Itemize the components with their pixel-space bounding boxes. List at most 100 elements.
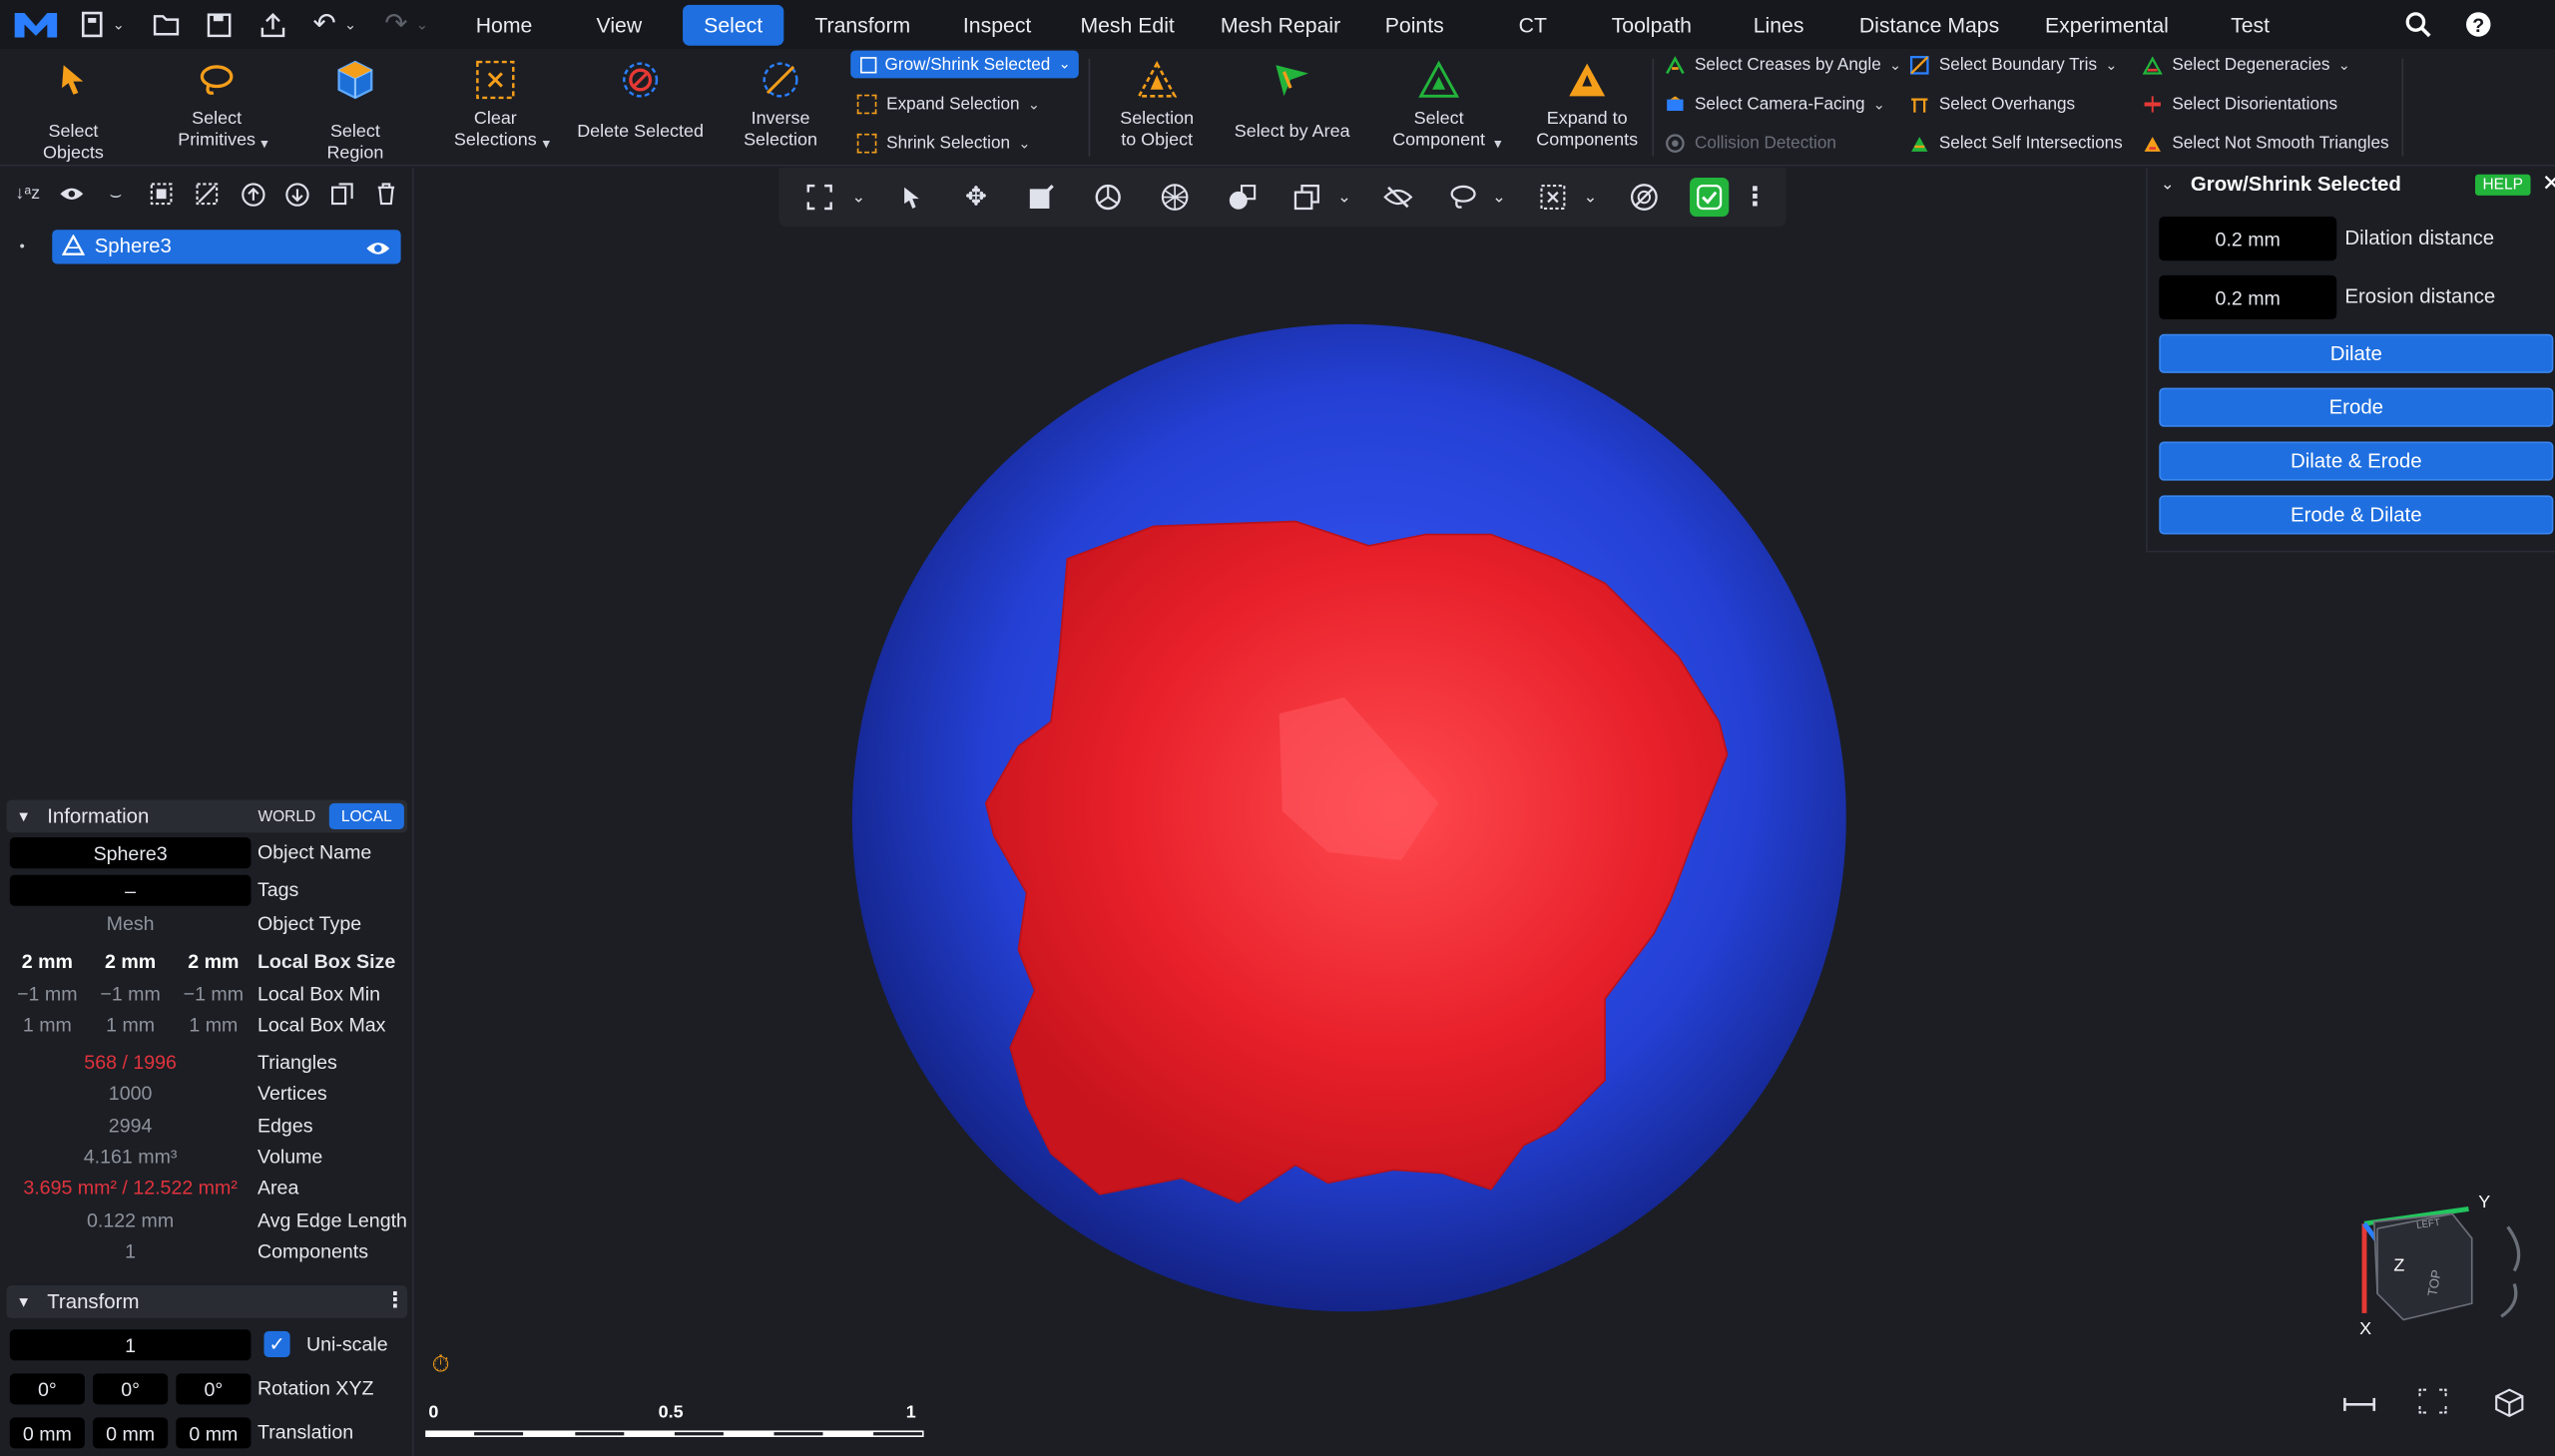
selection-to-object-button[interactable]: Selection to Object (1115, 59, 1200, 152)
menu-test[interactable]: Test (2212, 5, 2290, 46)
select-degeneracies-button[interactable]: Select Degeneracies ⌄ (2142, 49, 2350, 82)
open-folder-icon[interactable] (153, 8, 180, 41)
translation-x-input[interactable]: 0 mm (9, 1417, 85, 1449)
translation-z-input[interactable]: 0 mm (176, 1417, 252, 1449)
menu-select[interactable]: Select (683, 4, 784, 46)
more-options-icon[interactable]: ⋮ (384, 1287, 405, 1313)
local-toggle[interactable]: LOCAL (328, 802, 404, 830)
export-icon[interactable] (260, 8, 285, 41)
hide-icon[interactable]: ⌣ (100, 178, 133, 211)
hide-backfaces-icon[interactable] (1380, 181, 1416, 214)
clear-selections-button[interactable]: Clear Selections (454, 59, 537, 152)
menu-ct[interactable]: CT (1499, 5, 1566, 46)
object-name-field[interactable]: Sphere3 (9, 837, 252, 869)
select-all-icon[interactable] (145, 178, 178, 211)
save-icon[interactable] (207, 8, 232, 41)
grow-shrink-selected-button[interactable]: Grow/Shrink Selected ⌄ (850, 50, 1079, 79)
help-icon[interactable]: ? (2465, 8, 2491, 41)
menu-lines[interactable]: Lines (1734, 5, 1823, 46)
menu-toolpath[interactable]: Toolpath (1592, 5, 1711, 46)
tree-item-sphere3[interactable]: Sphere3 (52, 230, 401, 265)
search-icon[interactable] (2405, 8, 2431, 41)
orbit-icon[interactable] (1090, 181, 1126, 214)
tags-field[interactable]: – (9, 874, 252, 906)
close-icon[interactable]: ✕ (2542, 170, 2555, 198)
menu-home[interactable]: Home (456, 5, 552, 46)
chevron-down-icon[interactable]: ⌄ (1573, 181, 1609, 214)
confirm-check-icon[interactable] (1690, 177, 1730, 218)
wireframe-icon[interactable] (1157, 181, 1193, 214)
no-select-icon[interactable] (1626, 181, 1662, 214)
measure-icon[interactable] (2343, 1391, 2376, 1420)
delete-selected-button[interactable]: Delete Selected (577, 59, 704, 144)
select-not-smooth-button[interactable]: Select Not Smooth Triangles (2143, 127, 2389, 160)
sort-az-icon[interactable]: ↓ᵃz (11, 178, 44, 211)
rotation-x-input[interactable]: 0° (9, 1373, 85, 1405)
erode-dilate-button[interactable]: Erode & Dilate (2159, 495, 2554, 535)
timer-icon[interactable]: ⏱ (432, 1350, 450, 1378)
shading-icon[interactable] (1224, 181, 1260, 214)
help-button[interactable]: HELP (2474, 174, 2531, 196)
select-primitives-button[interactable]: Select Primitives (170, 59, 264, 152)
deselect-icon[interactable] (191, 178, 224, 211)
select-component-button[interactable]: Select Component (1391, 59, 1486, 152)
menu-mesh-repair[interactable]: Mesh Repair (1201, 5, 1360, 46)
select-objects-button[interactable]: Select Objects (20, 59, 128, 165)
select-camera-facing-button[interactable]: Select Camera-Facing ⌄ (1666, 88, 1885, 121)
select-overhangs-button[interactable]: Select Overhangs (1909, 88, 2075, 121)
menu-mesh-edit[interactable]: Mesh Edit (1061, 5, 1195, 46)
duplicate-icon[interactable] (326, 178, 359, 211)
dilate-button[interactable]: Dilate (2159, 333, 2554, 373)
fit-selection-icon[interactable] (801, 181, 837, 214)
select-by-area-button[interactable]: Select by Area (1232, 59, 1352, 144)
menu-inspect[interactable]: Inspect (943, 5, 1051, 46)
expand-to-components-button[interactable]: Expand to Components (1532, 59, 1643, 152)
move-icon[interactable]: ✥ (958, 181, 994, 214)
scale-input[interactable]: 1 (9, 1329, 252, 1361)
menu-view[interactable]: View (577, 5, 662, 46)
shrink-selection-button[interactable]: Shrink Selection ⌄ (856, 127, 1031, 160)
app-logo-icon[interactable] (13, 8, 59, 41)
menu-points[interactable]: Points (1365, 5, 1463, 46)
chevron-down-icon[interactable]: ⌄ (1326, 181, 1362, 214)
fit-view-icon[interactable] (2418, 1388, 2447, 1422)
menu-transform[interactable]: Transform (795, 5, 930, 46)
paint-select-icon[interactable] (1023, 181, 1059, 214)
chevron-down-icon[interactable]: ⌄ (1481, 181, 1517, 214)
select-region-button[interactable]: Select Region (299, 59, 410, 165)
new-file-icon[interactable]: ⌄ (81, 8, 125, 41)
lasso-select-icon[interactable] (1445, 181, 1481, 214)
visibility-eye-icon[interactable] (365, 237, 391, 265)
menu-experimental[interactable]: Experimental (2025, 5, 2188, 46)
chevron-down-icon[interactable]: ⌄ (2161, 176, 2175, 194)
rotation-z-input[interactable]: 0° (176, 1373, 252, 1405)
uniscale-checkbox[interactable]: ✓ (263, 1330, 290, 1357)
erode-button[interactable]: Erode (2159, 387, 2554, 427)
dilate-erode-button[interactable]: Dilate & Erode (2159, 441, 2554, 481)
menu-distance-maps[interactable]: Distance Maps (1839, 5, 2019, 46)
move-up-icon[interactable] (237, 178, 269, 211)
expand-selection-button[interactable]: Expand Selection ⌄ (856, 88, 1040, 121)
select-boundary-tris-button[interactable]: Select Boundary Tris ⌄ (1909, 49, 2118, 82)
clipping-icon[interactable] (1288, 181, 1324, 214)
inverse-selection-button[interactable]: Inverse Selection (739, 59, 823, 152)
information-header[interactable]: ▼ Information WORLD LOCAL (6, 799, 408, 833)
eye-icon[interactable] (56, 178, 89, 211)
dilation-distance-input[interactable]: 0.2 mm (2159, 217, 2337, 261)
select-creases-button[interactable]: Select Creases by Angle ⌄ (1666, 49, 1901, 82)
undo-icon[interactable]: ↶ ⌄ (312, 8, 356, 41)
trash-icon[interactable] (370, 178, 403, 211)
select-self-intersections-button[interactable]: Select Self Intersections (1909, 127, 2123, 160)
pointer-icon[interactable] (893, 181, 929, 214)
move-down-icon[interactable] (280, 178, 313, 211)
world-toggle[interactable]: WORLD (248, 803, 325, 829)
transform-header[interactable]: ▼ Transform ⋮ (6, 1285, 408, 1318)
box-deselect-icon[interactable] (1535, 181, 1571, 214)
rotation-y-input[interactable]: 0° (93, 1373, 169, 1405)
select-disorientations-button[interactable]: Select Disorientations (2143, 88, 2337, 121)
erosion-distance-input[interactable]: 0.2 mm (2159, 274, 2337, 319)
translation-y-input[interactable]: 0 mm (93, 1417, 169, 1449)
view-cube-icon[interactable] (2495, 1388, 2524, 1426)
more-options-icon[interactable]: ⋮ (1737, 181, 1773, 214)
chevron-down-icon[interactable]: ⌄ (840, 181, 876, 214)
